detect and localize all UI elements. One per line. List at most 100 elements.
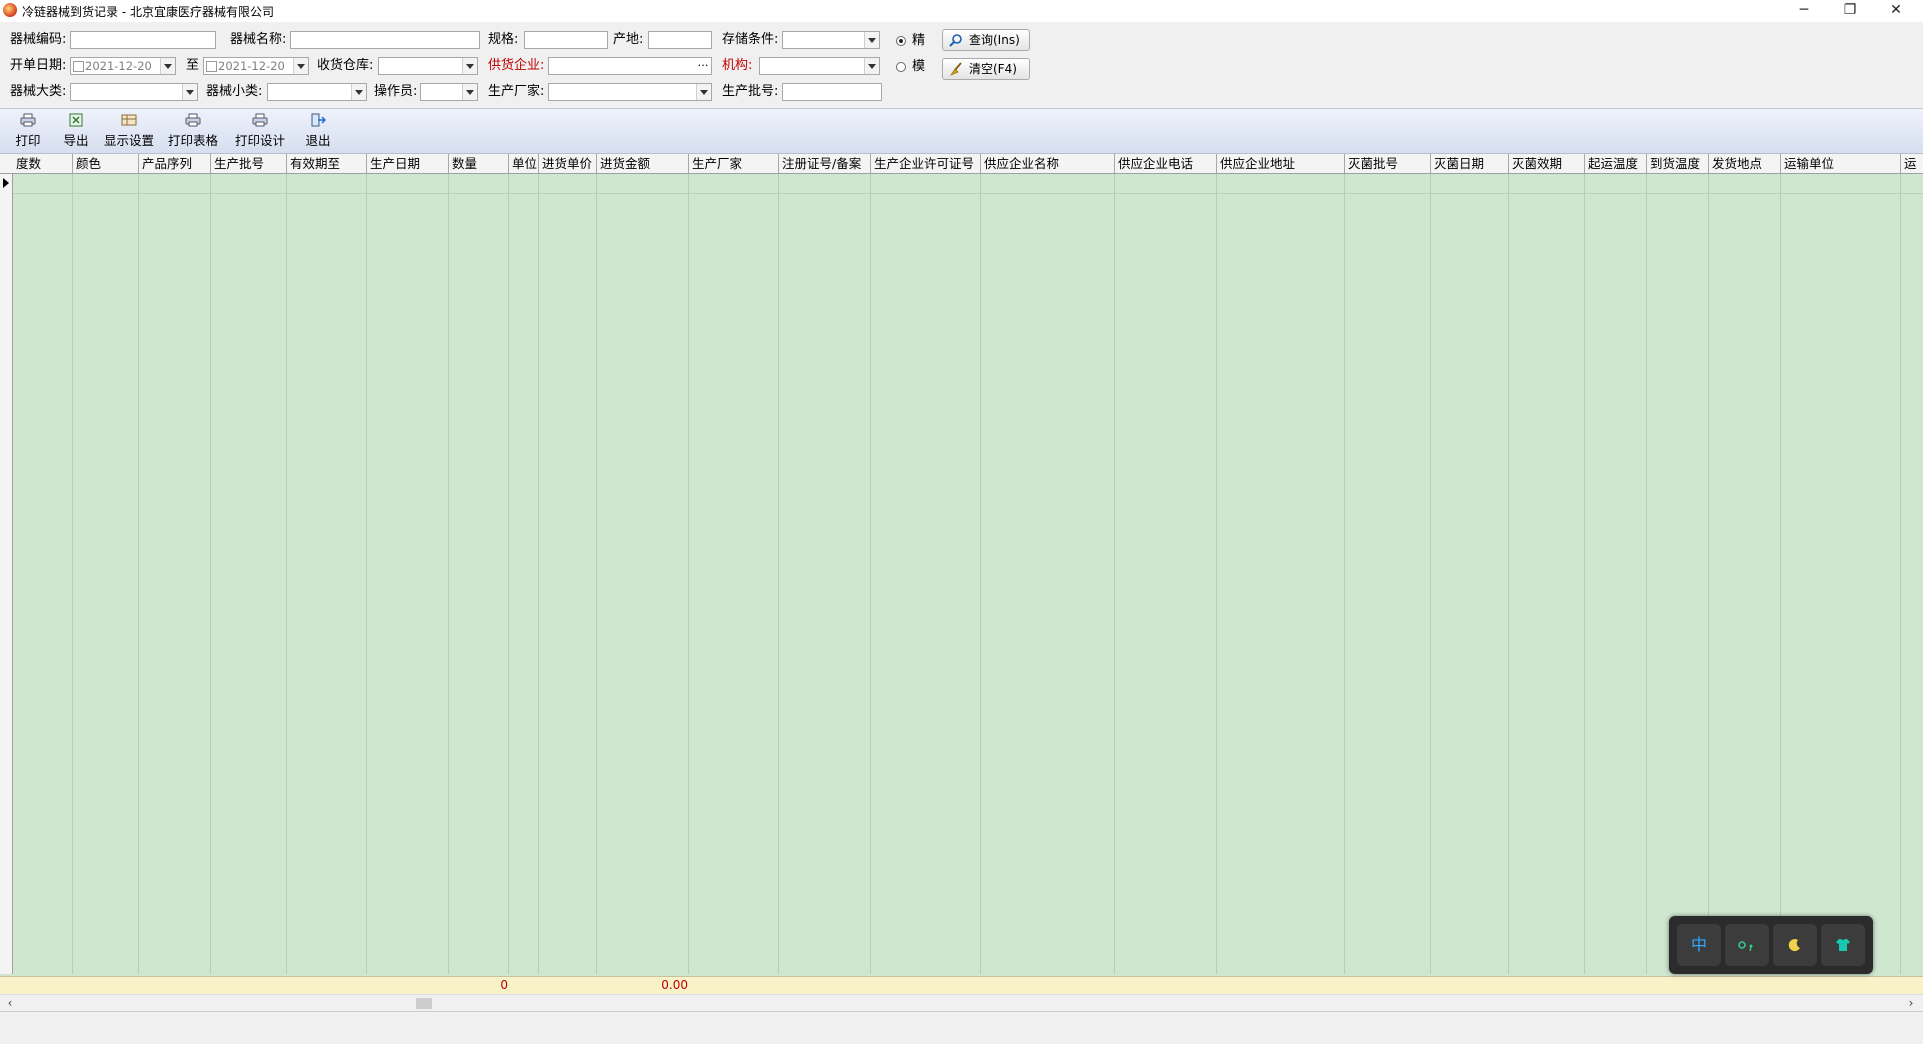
horizontal-scrollbar[interactable]: ‹ › bbox=[0, 994, 1923, 1012]
status-bar bbox=[0, 1011, 1923, 1044]
column-gridline bbox=[870, 174, 871, 974]
column-gridline bbox=[1344, 174, 1345, 974]
code-label: 器械编码: bbox=[10, 32, 67, 47]
print-table-button[interactable]: 打印表格 bbox=[166, 113, 220, 151]
org-select[interactable] bbox=[759, 57, 880, 75]
broom-icon bbox=[950, 62, 962, 76]
batch-label: 生产批号: bbox=[722, 84, 779, 99]
ellipsis-icon[interactable]: … bbox=[696, 56, 710, 72]
name-label: 器械名称: bbox=[230, 32, 287, 47]
supplier-label: 供货企业: bbox=[488, 58, 545, 73]
column-header[interactable]: 产品序列 bbox=[139, 154, 211, 173]
storage-label: 存储条件: bbox=[722, 32, 779, 47]
printer-icon bbox=[185, 113, 201, 127]
ime-toolbar: 中 bbox=[1669, 916, 1873, 974]
column-header[interactable]: 到货温度 bbox=[1647, 154, 1709, 173]
column-header[interactable]: 度数 bbox=[13, 154, 73, 173]
title-bar: 冷链器械到货记录 - 北京宜康医疗器械有限公司 ─ ❐ ✕ bbox=[0, 0, 1923, 22]
column-gridline bbox=[1508, 174, 1509, 974]
batch-input[interactable] bbox=[782, 83, 882, 101]
column-header[interactable]: 发货地点 bbox=[1709, 154, 1781, 173]
settings-grid-icon bbox=[121, 114, 137, 126]
column-header[interactable]: 进货金额 bbox=[597, 154, 689, 173]
date-to-checkbox[interactable] bbox=[206, 61, 217, 72]
app-icon bbox=[3, 3, 17, 17]
column-header[interactable]: 灭菌效期 bbox=[1509, 154, 1585, 173]
print-design-button[interactable]: 打印设计 bbox=[233, 113, 287, 151]
moon-icon bbox=[1788, 939, 1800, 952]
scroll-right-icon[interactable]: › bbox=[1903, 996, 1919, 1011]
display-settings-button[interactable]: 显示设置 bbox=[102, 113, 156, 151]
restore-button[interactable]: ❐ bbox=[1827, 0, 1873, 22]
chevron-down-icon bbox=[696, 84, 711, 100]
column-header[interactable]: 灭菌批号 bbox=[1345, 154, 1431, 173]
grid-header: 度数 颜色 产品序列 生产批号 有效期至 生产日期 数量 单位 进货单价 进货金额 生产厂家 注册证号… bbox=[0, 154, 1923, 174]
chevron-down-icon bbox=[462, 58, 477, 74]
ime-skin-button[interactable] bbox=[1821, 924, 1865, 966]
column-header[interactable]: 注册证号/备案 bbox=[779, 154, 871, 173]
column-header[interactable]: 进货单价 bbox=[539, 154, 597, 173]
column-gridline bbox=[596, 174, 597, 974]
clear-button[interactable]: 清空(F4) bbox=[942, 58, 1030, 80]
column-gridline bbox=[508, 174, 509, 974]
column-gridline bbox=[1216, 174, 1217, 974]
scroll-thumb[interactable] bbox=[416, 998, 432, 1009]
chevron-down-icon bbox=[293, 58, 308, 74]
column-header[interactable]: 运输单位 bbox=[1781, 154, 1901, 173]
date-from-picker[interactable]: 2021-12-20 bbox=[70, 57, 176, 75]
name-input[interactable] bbox=[290, 31, 480, 49]
exact-radio[interactable] bbox=[896, 36, 906, 46]
query-button[interactable]: 查询(Ins) bbox=[942, 29, 1030, 51]
manufacturer-select[interactable] bbox=[548, 83, 712, 101]
origin-input[interactable] bbox=[648, 31, 712, 49]
column-gridline bbox=[286, 174, 287, 974]
date-from-checkbox[interactable] bbox=[73, 61, 84, 72]
ime-lang-button[interactable]: 中 bbox=[1677, 924, 1721, 966]
minimize-button[interactable]: ─ bbox=[1781, 0, 1827, 22]
column-header[interactable]: 有效期至 bbox=[287, 154, 367, 173]
storage-select[interactable] bbox=[782, 31, 880, 49]
category-select[interactable] bbox=[70, 83, 198, 101]
row-divider bbox=[13, 193, 1923, 194]
date-to-picker[interactable]: 2021-12-20 bbox=[203, 57, 309, 75]
column-gridline bbox=[1900, 174, 1901, 974]
close-button[interactable]: ✕ bbox=[1873, 0, 1919, 22]
column-gridline bbox=[1646, 174, 1647, 974]
operator-select[interactable] bbox=[420, 83, 478, 101]
scroll-left-icon[interactable]: ‹ bbox=[2, 996, 18, 1011]
supplier-picker[interactable]: … bbox=[548, 56, 712, 75]
column-header[interactable]: 颜色 bbox=[73, 154, 139, 173]
subcategory-select[interactable] bbox=[267, 83, 367, 101]
column-header[interactable]: 运 bbox=[1901, 154, 1923, 173]
ime-night-button[interactable] bbox=[1773, 924, 1817, 966]
search-icon bbox=[949, 34, 962, 47]
column-header[interactable]: 数量 bbox=[449, 154, 509, 173]
spec-input[interactable] bbox=[524, 31, 608, 49]
exit-button[interactable]: 退出 bbox=[302, 113, 334, 151]
column-gridline bbox=[448, 174, 449, 974]
column-header[interactable]: 起运温度 bbox=[1585, 154, 1647, 173]
column-gridline bbox=[538, 174, 539, 974]
data-grid[interactable]: 度数 颜色 产品序列 生产批号 有效期至 生产日期 数量 单位 进货单价 进货金额 生产厂家 注册证号… bbox=[0, 154, 1923, 994]
print-button[interactable]: 打印 bbox=[12, 113, 44, 151]
export-button[interactable]: 导出 bbox=[60, 113, 92, 151]
column-header[interactable]: 供应企业电话 bbox=[1115, 154, 1217, 173]
column-gridline bbox=[1114, 174, 1115, 974]
warehouse-select[interactable] bbox=[378, 57, 478, 75]
column-header[interactable]: 生产批号 bbox=[211, 154, 287, 173]
chevron-down-icon bbox=[864, 58, 879, 74]
column-gridline bbox=[138, 174, 139, 974]
window-title: 冷链器械到货记录 - 北京宜康医疗器械有限公司 bbox=[22, 5, 274, 19]
ime-punct-button[interactable] bbox=[1725, 924, 1769, 966]
column-header[interactable]: 灭菌日期 bbox=[1431, 154, 1509, 173]
to-label: 至 bbox=[186, 58, 200, 73]
column-header[interactable]: 供应企业地址 bbox=[1217, 154, 1345, 173]
fuzzy-radio[interactable] bbox=[896, 62, 906, 72]
category-label: 器械大类: bbox=[10, 84, 67, 99]
column-header[interactable]: 单位 bbox=[509, 154, 539, 173]
column-header[interactable]: 供应企业名称 bbox=[981, 154, 1115, 173]
column-header[interactable]: 生产企业许可证号 bbox=[871, 154, 981, 173]
code-input[interactable] bbox=[70, 31, 216, 49]
column-header[interactable]: 生产日期 bbox=[367, 154, 449, 173]
column-header[interactable]: 生产厂家 bbox=[689, 154, 779, 173]
